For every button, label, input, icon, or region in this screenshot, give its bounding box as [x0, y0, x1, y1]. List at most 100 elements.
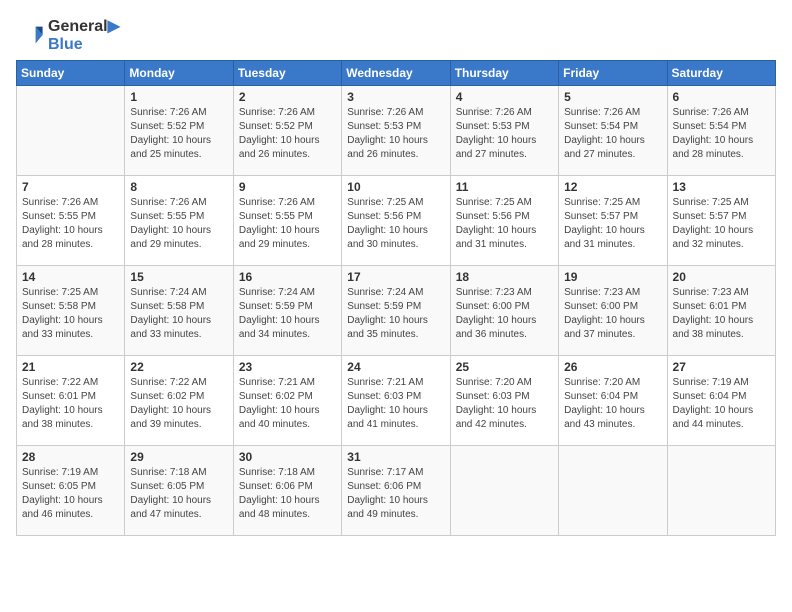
- logo-text: General▶ Blue: [48, 16, 120, 54]
- calendar-week-4: 21 Sunrise: 7:22 AM Sunset: 6:01 PM Dayli…: [17, 356, 776, 446]
- day-info: Sunrise: 7:18 AM Sunset: 6:06 PM Dayligh…: [239, 466, 336, 522]
- day-info: Sunrise: 7:24 AM Sunset: 5:59 PM Dayligh…: [239, 286, 336, 342]
- day-info: Sunrise: 7:26 AM Sunset: 5:53 PM Dayligh…: [456, 106, 553, 162]
- day-info: Sunrise: 7:26 AM Sunset: 5:55 PM Dayligh…: [239, 196, 336, 252]
- day-info: Sunrise: 7:26 AM Sunset: 5:55 PM Dayligh…: [130, 196, 227, 252]
- day-info: Sunrise: 7:26 AM Sunset: 5:52 PM Dayligh…: [239, 106, 336, 162]
- day-number: 27: [673, 360, 770, 374]
- day-info: Sunrise: 7:24 AM Sunset: 5:58 PM Dayligh…: [130, 286, 227, 342]
- day-info: Sunrise: 7:25 AM Sunset: 5:56 PM Dayligh…: [456, 196, 553, 252]
- day-number: 17: [347, 270, 444, 284]
- day-number: 11: [456, 180, 553, 194]
- day-number: 4: [456, 90, 553, 104]
- day-number: 24: [347, 360, 444, 374]
- column-header-wednesday: Wednesday: [342, 61, 450, 86]
- column-header-thursday: Thursday: [450, 61, 558, 86]
- logo: General▶ Blue: [16, 16, 120, 54]
- day-info: Sunrise: 7:23 AM Sunset: 6:01 PM Dayligh…: [673, 286, 770, 342]
- day-number: 2: [239, 90, 336, 104]
- calendar-cell: 17 Sunrise: 7:24 AM Sunset: 5:59 PM Dayli…: [342, 266, 450, 356]
- calendar-cell: 19Sunrise: 7:23 AM Sunset: 6:00 PM Dayli…: [559, 266, 667, 356]
- day-number: 15: [130, 270, 227, 284]
- calendar-cell: 2 Sunrise: 7:26 AM Sunset: 5:52 PM Daylig…: [233, 86, 341, 176]
- calendar-cell: 9 Sunrise: 7:26 AM Sunset: 5:55 PM Daylig…: [233, 176, 341, 266]
- calendar-cell: 30 Sunrise: 7:18 AM Sunset: 6:06 PM Dayli…: [233, 446, 341, 536]
- day-number: 1: [130, 90, 227, 104]
- day-number: 9: [239, 180, 336, 194]
- calendar-cell: 23Sunrise: 7:21 AM Sunset: 6:02 PM Dayli…: [233, 356, 341, 446]
- calendar-cell: 28 Sunrise: 7:19 AM Sunset: 6:05 PM Dayli…: [17, 446, 125, 536]
- day-info: Sunrise: 7:23 AM Sunset: 6:00 PM Dayligh…: [456, 286, 553, 342]
- day-number: 19: [564, 270, 661, 284]
- calendar-cell: 5 Sunrise: 7:26 AM Sunset: 5:54 PM Daylig…: [559, 86, 667, 176]
- calendar-cell: 7 Sunrise: 7:26 AM Sunset: 5:55 PM Daylig…: [17, 176, 125, 266]
- day-info: Sunrise: 7:20 AM Sunset: 6:04 PM Dayligh…: [564, 376, 661, 432]
- calendar-cell: 6 Sunrise: 7:26 AM Sunset: 5:54 PM Daylig…: [667, 86, 775, 176]
- day-info: Sunrise: 7:22 AM Sunset: 6:02 PM Dayligh…: [130, 376, 227, 432]
- calendar-cell: [17, 86, 125, 176]
- day-number: 21: [22, 360, 119, 374]
- calendar-cell: 18 Sunrise: 7:23 AM Sunset: 6:00 PM Dayli…: [450, 266, 558, 356]
- calendar-body: 1 Sunrise: 7:26 AM Sunset: 5:52 PM Daylig…: [17, 86, 776, 536]
- day-info: Sunrise: 7:26 AM Sunset: 5:52 PM Dayligh…: [130, 106, 227, 162]
- day-info: Sunrise: 7:25 AM Sunset: 5:56 PM Dayligh…: [347, 196, 444, 252]
- calendar-cell: 15 Sunrise: 7:24 AM Sunset: 5:58 PM Dayli…: [125, 266, 233, 356]
- calendar-cell: 8 Sunrise: 7:26 AM Sunset: 5:55 PM Daylig…: [125, 176, 233, 266]
- calendar-week-2: 7 Sunrise: 7:26 AM Sunset: 5:55 PM Daylig…: [17, 176, 776, 266]
- day-number: 25: [456, 360, 553, 374]
- calendar-header: SundayMondayTuesdayWednesdayThursdayFrid…: [17, 61, 776, 86]
- calendar-cell: 1 Sunrise: 7:26 AM Sunset: 5:52 PM Daylig…: [125, 86, 233, 176]
- calendar-cell: 31 Sunrise: 7:17 AM Sunset: 6:06 PM Dayli…: [342, 446, 450, 536]
- day-number: 14: [22, 270, 119, 284]
- day-number: 13: [673, 180, 770, 194]
- calendar-cell: 24 Sunrise: 7:21 AM Sunset: 6:03 PM Dayli…: [342, 356, 450, 446]
- calendar-week-3: 14 Sunrise: 7:25 AM Sunset: 5:58 PM Dayli…: [17, 266, 776, 356]
- day-number: 3: [347, 90, 444, 104]
- day-number: 18: [456, 270, 553, 284]
- logo-icon: [16, 21, 44, 49]
- day-number: 10: [347, 180, 444, 194]
- page-header: General▶ Blue: [16, 16, 776, 54]
- calendar-cell: 3 Sunrise: 7:26 AM Sunset: 5:53 PM Daylig…: [342, 86, 450, 176]
- day-number: 6: [673, 90, 770, 104]
- calendar-cell: 20 Sunrise: 7:23 AM Sunset: 6:01 PM Dayli…: [667, 266, 775, 356]
- day-number: 20: [673, 270, 770, 284]
- day-info: Sunrise: 7:22 AM Sunset: 6:01 PM Dayligh…: [22, 376, 119, 432]
- day-info: Sunrise: 7:26 AM Sunset: 5:55 PM Dayligh…: [22, 196, 119, 252]
- column-header-friday: Friday: [559, 61, 667, 86]
- day-number: 26: [564, 360, 661, 374]
- calendar-cell: 27 Sunrise: 7:19 AM Sunset: 6:04 PM Dayli…: [667, 356, 775, 446]
- day-number: 31: [347, 450, 444, 464]
- calendar-table: SundayMondayTuesdayWednesdayThursdayFrid…: [16, 60, 776, 536]
- day-info: Sunrise: 7:19 AM Sunset: 6:04 PM Dayligh…: [673, 376, 770, 432]
- day-info: Sunrise: 7:21 AM Sunset: 6:03 PM Dayligh…: [347, 376, 444, 432]
- calendar-cell: 4 Sunrise: 7:26 AM Sunset: 5:53 PM Daylig…: [450, 86, 558, 176]
- day-number: 8: [130, 180, 227, 194]
- day-info: Sunrise: 7:25 AM Sunset: 5:57 PM Dayligh…: [564, 196, 661, 252]
- column-header-sunday: Sunday: [17, 61, 125, 86]
- day-info: Sunrise: 7:19 AM Sunset: 6:05 PM Dayligh…: [22, 466, 119, 522]
- day-number: 28: [22, 450, 119, 464]
- calendar-cell: [450, 446, 558, 536]
- calendar-cell: 25Sunrise: 7:20 AM Sunset: 6:03 PM Dayli…: [450, 356, 558, 446]
- calendar-cell: 29Sunrise: 7:18 AM Sunset: 6:05 PM Dayli…: [125, 446, 233, 536]
- day-info: Sunrise: 7:25 AM Sunset: 5:58 PM Dayligh…: [22, 286, 119, 342]
- day-number: 30: [239, 450, 336, 464]
- day-number: 5: [564, 90, 661, 104]
- day-info: Sunrise: 7:18 AM Sunset: 6:05 PM Dayligh…: [130, 466, 227, 522]
- calendar-cell: [559, 446, 667, 536]
- day-info: Sunrise: 7:26 AM Sunset: 5:54 PM Dayligh…: [673, 106, 770, 162]
- day-info: Sunrise: 7:17 AM Sunset: 6:06 PM Dayligh…: [347, 466, 444, 522]
- day-info: Sunrise: 7:25 AM Sunset: 5:57 PM Dayligh…: [673, 196, 770, 252]
- column-header-monday: Monday: [125, 61, 233, 86]
- calendar-cell: 21 Sunrise: 7:22 AM Sunset: 6:01 PM Dayli…: [17, 356, 125, 446]
- day-info: Sunrise: 7:26 AM Sunset: 5:54 PM Dayligh…: [564, 106, 661, 162]
- calendar-cell: [667, 446, 775, 536]
- calendar-cell: 11 Sunrise: 7:25 AM Sunset: 5:56 PM Dayli…: [450, 176, 558, 266]
- day-number: 23: [239, 360, 336, 374]
- day-info: Sunrise: 7:24 AM Sunset: 5:59 PM Dayligh…: [347, 286, 444, 342]
- calendar-cell: 14 Sunrise: 7:25 AM Sunset: 5:58 PM Dayli…: [17, 266, 125, 356]
- day-info: Sunrise: 7:26 AM Sunset: 5:53 PM Dayligh…: [347, 106, 444, 162]
- calendar-cell: 10 Sunrise: 7:25 AM Sunset: 5:56 PM Dayli…: [342, 176, 450, 266]
- day-number: 7: [22, 180, 119, 194]
